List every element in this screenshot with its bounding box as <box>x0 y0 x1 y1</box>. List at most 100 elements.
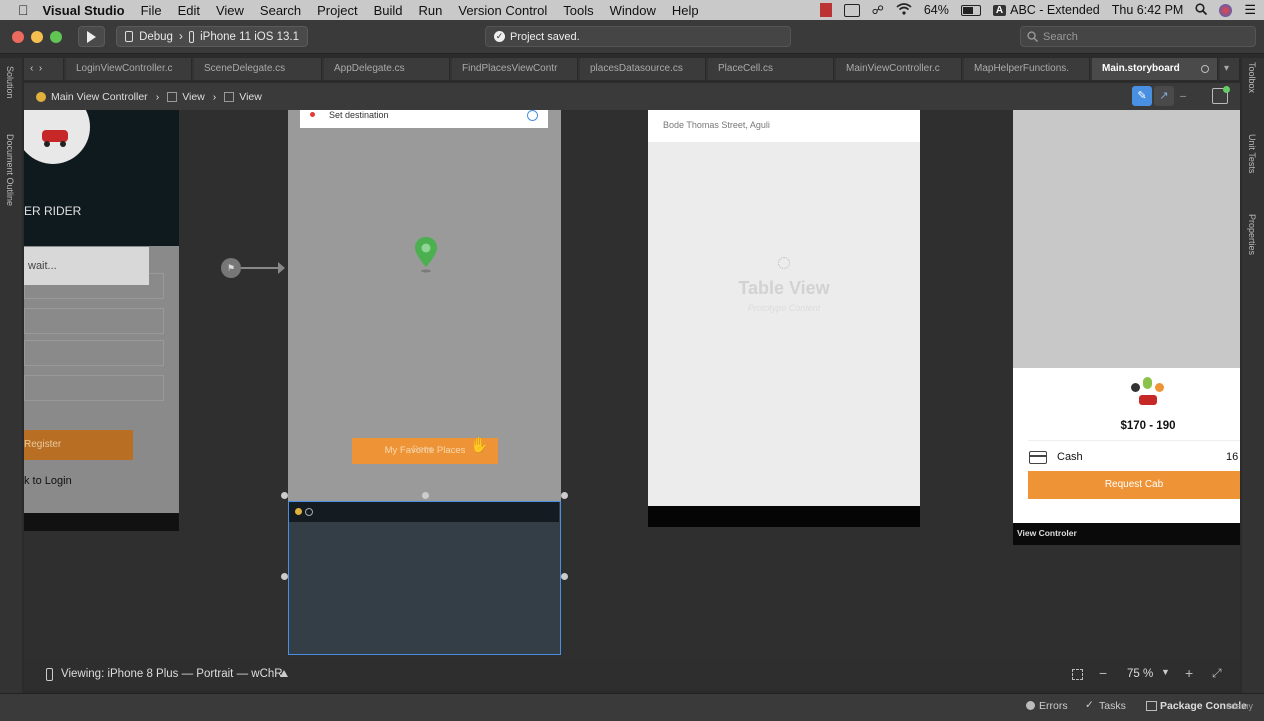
errors-pad-button[interactable]: Errors <box>1039 700 1068 712</box>
menu-run[interactable]: Run <box>419 3 443 18</box>
creative-cloud-icon[interactable]: ☍ <box>872 3 884 17</box>
tab-place-cell[interactable]: PlaceCell.cs <box>708 58 834 80</box>
unit-tests-pad-tab[interactable]: Unit Tests <box>1247 134 1257 173</box>
tab-map-helper[interactable]: MapHelperFunctions. <box>964 58 1090 80</box>
properties-pad-tab[interactable]: Properties <box>1247 214 1257 255</box>
tab-app-delegate[interactable]: AppDelegate.cs <box>324 58 450 80</box>
zoom-window-button[interactable] <box>50 31 62 43</box>
tab-find-places[interactable]: FindPlacesViewContr <box>452 58 578 80</box>
tab-main-storyboard-label: Main.storyboard <box>1102 63 1180 74</box>
triangle-up-icon[interactable] <box>280 670 288 677</box>
price-label: $170 - 190 <box>1120 420 1176 432</box>
display-icon[interactable] <box>843 3 860 17</box>
menu-help[interactable]: Help <box>672 3 699 18</box>
menu-version-control[interactable]: Version Control <box>458 3 547 18</box>
battery-icon[interactable] <box>960 4 981 16</box>
destination-field[interactable]: Set destination <box>300 110 548 128</box>
tab-places-datasource[interactable]: placesDatasource.cs <box>580 58 706 80</box>
play-icon <box>87 30 96 43</box>
register-form-field[interactable] <box>24 308 164 334</box>
menu-edit[interactable]: Edit <box>178 3 200 18</box>
attributes-button[interactable] <box>1212 86 1230 104</box>
config-selector[interactable]: Debug › iPhone 11 iOS 13.1 <box>116 26 308 47</box>
tab-scene-delegate[interactable]: SceneDelegate.cs <box>194 58 322 80</box>
menu-view[interactable]: View <box>216 3 244 18</box>
zoom-in-button[interactable]: + <box>1185 665 1193 681</box>
run-button[interactable] <box>78 26 105 47</box>
request-cab-scene[interactable]: $170 - 190 Cash 16 Request Cab View Cont… <box>1013 110 1240 545</box>
storyboard-bottom-bar: Viewing: iPhone 8 Plus — Portrait — wChR… <box>24 660 1240 690</box>
document-outline-pad-tab[interactable]: Document Outline <box>5 134 15 206</box>
register-form-field[interactable] <box>24 375 164 401</box>
register-button[interactable]: Register <box>24 430 133 460</box>
siri-icon[interactable] <box>1219 3 1233 17</box>
breadcrumb-subview[interactable]: View <box>239 91 262 103</box>
menu-window[interactable]: Window <box>610 3 656 18</box>
spotlight-icon[interactable] <box>1195 2 1208 18</box>
record-icon[interactable] <box>819 3 832 17</box>
menu-tools[interactable]: Tools <box>563 3 593 18</box>
tab-nav-back[interactable]: ‹ › <box>24 58 64 80</box>
resize-handle[interactable] <box>281 573 288 580</box>
input-source-badge[interactable]: A <box>992 4 1007 16</box>
destination-loading-icon <box>527 110 538 121</box>
zoom-level[interactable]: 75 % <box>1127 668 1153 680</box>
scene-controller-label[interactable]: View Controler <box>1017 528 1077 538</box>
input-source-label[interactable]: ABC - Extended <box>1010 3 1100 17</box>
viewing-device-label[interactable]: Viewing: iPhone 8 Plus — Portrait — wChR <box>61 668 283 680</box>
toolbar: Debug › iPhone 11 iOS 13.1 ✓ Project sav… <box>0 20 1264 54</box>
wifi-icon[interactable] <box>896 2 912 18</box>
menu-app-name[interactable]: Visual Studio <box>43 3 125 18</box>
selected-view-header <box>289 502 559 522</box>
menu-search[interactable]: Search <box>260 3 301 18</box>
tasks-pad-button[interactable]: Tasks <box>1099 700 1126 712</box>
register-title: ER RIDER <box>24 204 82 218</box>
tab-main-storyboard[interactable]: Main.storyboard <box>1092 58 1218 80</box>
search-input[interactable]: Search <box>1020 26 1256 47</box>
map-pin-icon <box>415 237 437 278</box>
segue-line <box>241 267 283 269</box>
request-cab-button[interactable]: Request Cab <box>1028 471 1240 499</box>
expand-icon[interactable]: ⤢ <box>1212 666 1222 681</box>
solution-pad-tab[interactable]: Solution <box>5 66 15 99</box>
menu-project[interactable]: Project <box>317 3 357 18</box>
destination-label: Set destination <box>329 110 389 120</box>
resize-handle[interactable] <box>281 492 288 499</box>
unsaved-dot-icon <box>1201 65 1209 73</box>
clock[interactable]: Thu 6:42 PM <box>1112 3 1184 17</box>
map-scene[interactable]: Set destination My Favorite Places Done … <box>288 110 561 502</box>
breadcrumb-controller[interactable]: Main View Controller <box>51 91 148 103</box>
zoom-out-button[interactable]: − <box>1099 665 1107 681</box>
more-options-button[interactable]: – <box>1176 86 1190 106</box>
control-center-icon[interactable]: ☰ <box>1244 2 1256 18</box>
battery-percent[interactable]: 64% <box>924 3 949 17</box>
chevron-down-icon[interactable]: ▼ <box>1161 667 1170 677</box>
breadcrumb: Main View Controller › View › View ✎ ↗ – <box>24 83 1240 110</box>
toolbox-pad-tab[interactable]: Toolbox <box>1247 62 1257 93</box>
segue-icon[interactable]: ⚑ <box>221 258 241 278</box>
register-form-field[interactable] <box>24 340 164 366</box>
resize-handle[interactable] <box>561 573 568 580</box>
selected-view[interactable] <box>288 501 561 655</box>
apple-icon[interactable]:  <box>18 2 29 18</box>
resize-handle[interactable] <box>422 492 429 499</box>
tab-main-view-controller[interactable]: MainViewController.c <box>836 58 962 80</box>
tab-overflow-button[interactable]: ▾ <box>1220 58 1240 80</box>
storyboard-canvas[interactable]: ER RIDER wait... Register k to Login ⚑ S… <box>24 110 1240 660</box>
constraints-mode-button[interactable]: ↗ <box>1154 86 1174 106</box>
places-scene[interactable]: Bode Thomas Street, Aguli Table View Pro… <box>648 110 920 527</box>
menu-build[interactable]: Build <box>374 3 403 18</box>
edit-mode-button[interactable]: ✎ <box>1132 86 1152 106</box>
close-window-button[interactable] <box>12 31 24 43</box>
fit-to-window-icon[interactable] <box>1072 669 1083 680</box>
editor-mode-buttons: ✎ ↗ – <box>1132 86 1190 106</box>
payment-method-label[interactable]: Cash <box>1057 451 1083 463</box>
tab-login-view-controller[interactable]: LoginViewController.c <box>66 58 192 80</box>
resize-handle[interactable] <box>561 492 568 499</box>
back-to-login-link[interactable]: k to Login <box>24 475 72 487</box>
minimize-window-button[interactable] <box>31 31 43 43</box>
menu-file[interactable]: File <box>141 3 162 18</box>
register-scene[interactable]: ER RIDER wait... Register k to Login <box>24 110 179 531</box>
breadcrumb-view[interactable]: View <box>182 91 205 103</box>
segue-arrow-icon <box>278 262 285 274</box>
